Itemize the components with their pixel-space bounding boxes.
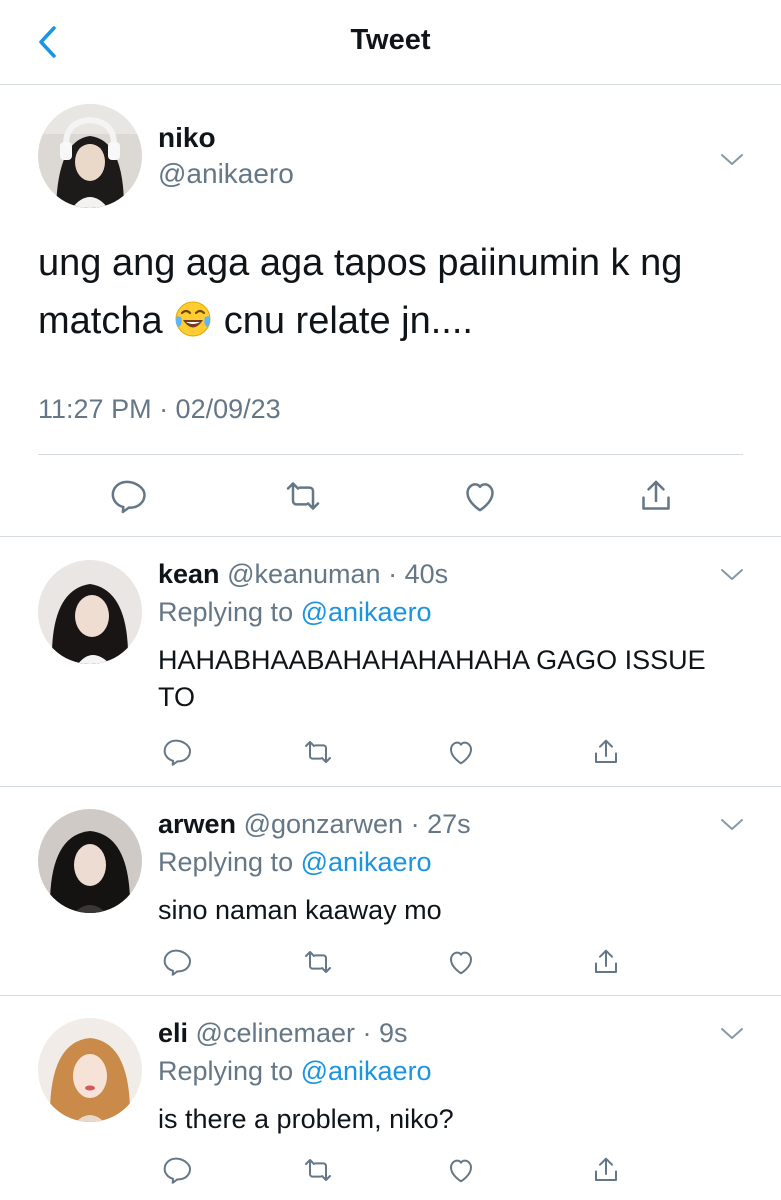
- share-icon: [590, 946, 622, 978]
- replying-to: Replying to @anikaero: [158, 1056, 432, 1087]
- reply-tweet[interactable]: arwen @gonzarwen · 27s Replying to @anik…: [0, 787, 781, 996]
- like-button[interactable]: [445, 736, 477, 768]
- main-tweet: niko @anikaero ung ang aga aga tapos pai…: [0, 84, 781, 537]
- author-name[interactable]: niko: [158, 122, 216, 154]
- mention-link[interactable]: @anikaero: [301, 1056, 432, 1086]
- like-icon: [445, 736, 477, 768]
- retweet-button[interactable]: [283, 476, 323, 516]
- author-handle[interactable]: @anikaero: [158, 158, 294, 190]
- like-icon: [445, 946, 477, 978]
- like-icon: [460, 476, 500, 516]
- reply-tweet[interactable]: kean @keanuman · 40s Replying to @anikae…: [0, 537, 781, 787]
- tweet-text-part: cnu relate jn....: [213, 300, 473, 342]
- reply-icon: [160, 1154, 192, 1186]
- like-button[interactable]: [445, 946, 477, 978]
- author-name[interactable]: arwen: [158, 809, 236, 839]
- retweet-icon: [283, 476, 323, 516]
- retweet-icon: [302, 1154, 334, 1186]
- mention-link[interactable]: @anikaero: [301, 597, 432, 627]
- avatar[interactable]: [38, 560, 142, 664]
- like-button[interactable]: [445, 1154, 477, 1186]
- share-icon: [590, 736, 622, 768]
- reply-icon: [160, 736, 192, 768]
- reply-time: 9s: [379, 1018, 408, 1048]
- author-handle[interactable]: @celinemaer: [196, 1018, 355, 1048]
- like-icon: [445, 1154, 477, 1186]
- chevron-down-icon[interactable]: [720, 1026, 744, 1042]
- reply-button[interactable]: [160, 946, 192, 978]
- reply-icon: [107, 476, 147, 516]
- retweet-button[interactable]: [302, 946, 334, 978]
- top-bar: Tweet: [0, 0, 781, 85]
- face-with-tears-of-joy-icon: [173, 298, 213, 338]
- separator-dot: ·: [355, 1018, 380, 1048]
- tweet-text: ung ang aga aga tapos paiinumin k ng mat…: [38, 234, 758, 350]
- avatar[interactable]: [38, 1018, 142, 1122]
- chevron-down-icon[interactable]: [720, 567, 744, 583]
- reply-header: eli @celinemaer · 9s: [158, 1018, 408, 1049]
- replying-to-label: Replying to: [158, 847, 301, 877]
- share-button[interactable]: [636, 476, 676, 516]
- chevron-down-icon[interactable]: [720, 152, 744, 168]
- reply-text: HAHABHAABAHAHAHAHAHA GAGO ISSUE TO: [158, 645, 706, 712]
- retweet-icon: [302, 946, 334, 978]
- replying-to-label: Replying to: [158, 597, 301, 627]
- divider: [38, 454, 743, 455]
- separator-dot: ·: [403, 809, 428, 839]
- author-handle[interactable]: @gonzarwen: [244, 809, 404, 839]
- reply-tweet[interactable]: eli @celinemaer · 9s Replying to @anikae…: [0, 996, 781, 1200]
- reply-icon: [160, 946, 192, 978]
- chevron-down-icon[interactable]: [720, 817, 744, 833]
- retweet-icon: [302, 736, 334, 768]
- author-handle[interactable]: @keanuman: [227, 559, 381, 589]
- reply-time: 27s: [427, 809, 471, 839]
- like-button[interactable]: [460, 476, 500, 516]
- reply-button[interactable]: [160, 736, 192, 768]
- reply-text: sino naman kaaway mo: [158, 895, 442, 925]
- share-icon: [636, 476, 676, 516]
- share-button[interactable]: [590, 736, 622, 768]
- page-title: Tweet: [350, 24, 431, 56]
- share-button[interactable]: [590, 946, 622, 978]
- reply-text: is there a problem, niko?: [158, 1104, 454, 1134]
- retweet-button[interactable]: [302, 1154, 334, 1186]
- reply-button[interactable]: [160, 1154, 192, 1186]
- share-icon: [590, 1154, 622, 1186]
- mention-link[interactable]: @anikaero: [301, 847, 432, 877]
- author-name[interactable]: eli: [158, 1018, 188, 1048]
- reply-header: kean @keanuman · 40s: [158, 559, 448, 590]
- tweet-timestamp[interactable]: 11:27 PM · 02/09/23: [38, 394, 281, 425]
- retweet-button[interactable]: [302, 736, 334, 768]
- reply-button[interactable]: [107, 476, 147, 516]
- reply-time: 40s: [404, 559, 449, 589]
- share-button[interactable]: [590, 1154, 622, 1186]
- replying-to: Replying to @anikaero: [158, 597, 432, 628]
- reply-header: arwen @gonzarwen · 27s: [158, 809, 471, 840]
- replying-to-label: Replying to: [158, 1056, 301, 1086]
- avatar[interactable]: [38, 104, 142, 208]
- separator-dot: ·: [380, 559, 405, 589]
- author-name[interactable]: kean: [158, 559, 220, 589]
- replying-to: Replying to @anikaero: [158, 847, 432, 878]
- avatar[interactable]: [38, 809, 142, 913]
